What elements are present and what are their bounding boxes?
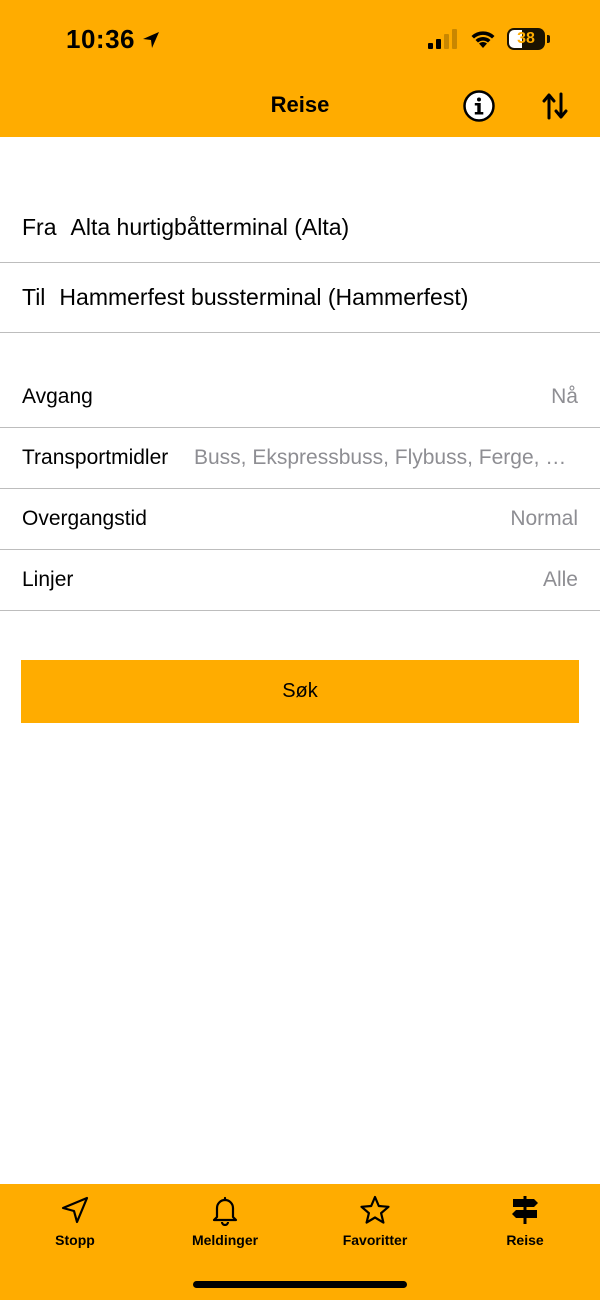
departure-label: Avgang xyxy=(22,385,93,408)
navigation-arrow-icon xyxy=(61,1196,89,1224)
to-stop-field[interactable]: Til Hammerfest bussterminal (Hammerfest) xyxy=(0,263,600,333)
status-bar-clock: 10:36 xyxy=(66,24,161,55)
bell-icon xyxy=(212,1196,238,1226)
wifi-icon xyxy=(471,31,495,48)
location-arrow-icon xyxy=(143,31,159,48)
star-icon xyxy=(360,1195,390,1224)
transfer-time-label: Overgangstid xyxy=(22,507,147,530)
info-icon xyxy=(463,90,495,122)
tab-favoritter[interactable]: Favoritter xyxy=(300,1194,450,1258)
to-value: Hammerfest bussterminal (Hammerfest) xyxy=(59,284,469,310)
battery-indicator: 38 xyxy=(507,28,545,50)
cellular-signal-icon xyxy=(428,29,457,49)
transport-modes-option-row[interactable]: Transportmidler Buss, Ekspressbuss, Flyb… xyxy=(0,428,600,489)
lines-label: Linjer xyxy=(22,568,74,591)
reise-screen: 10:36 38 Reise Fra Alta hurtigbåttermina… xyxy=(0,0,600,1300)
home-indicator[interactable] xyxy=(193,1281,407,1288)
swap-arrows-icon xyxy=(542,92,568,120)
status-time: 10:36 xyxy=(66,24,135,54)
tab-label: Favoritter xyxy=(342,1232,408,1248)
to-label: Til xyxy=(22,284,46,310)
tab-stopp[interactable]: Stopp xyxy=(0,1194,150,1258)
departure-option-row[interactable]: Avgang Nå xyxy=(0,367,600,428)
battery-cap xyxy=(547,35,550,43)
transfer-time-option-row[interactable]: Overgangstid Normal xyxy=(0,489,600,550)
tab-label: Stopp xyxy=(55,1232,95,1248)
tab-label: Reise xyxy=(506,1232,544,1248)
transport-modes-value: Buss, Ekspressbuss, Flybuss, Ferge, Hurt… xyxy=(194,446,578,469)
from-stop-field[interactable]: Fra Alta hurtigbåtterminal (Alta) xyxy=(0,193,600,263)
swap-direction-button[interactable] xyxy=(540,90,570,122)
departure-value: Nå xyxy=(551,385,578,408)
lines-value: Alle xyxy=(542,568,578,591)
battery-percent: 38 xyxy=(517,30,535,47)
search-button[interactable]: Søk xyxy=(21,660,579,723)
transport-modes-label: Transportmidler xyxy=(22,446,169,469)
tab-meldinger[interactable]: Meldinger xyxy=(150,1194,300,1258)
tab-label: Meldinger xyxy=(191,1232,259,1248)
tab-reise[interactable]: Reise xyxy=(450,1194,600,1258)
top-header: 10:36 38 Reise xyxy=(0,0,600,137)
transfer-time-value: Normal xyxy=(510,507,578,530)
info-button[interactable] xyxy=(462,89,496,123)
page-title: Reise xyxy=(270,92,330,117)
lines-option-row[interactable]: Linjer Alle xyxy=(0,550,600,611)
from-label: Fra xyxy=(22,214,57,240)
signpost-icon xyxy=(512,1196,538,1224)
status-icons: 38 xyxy=(427,28,550,50)
from-value: Alta hurtigbåtterminal (Alta) xyxy=(70,214,350,240)
